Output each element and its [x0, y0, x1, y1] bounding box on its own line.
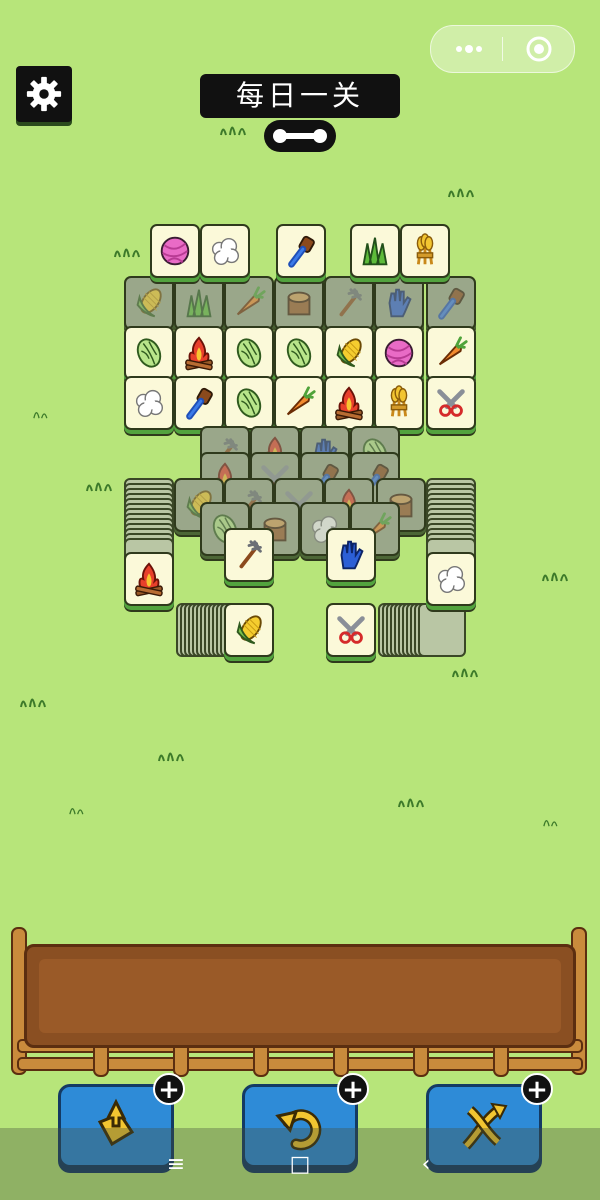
nav-back-icon[interactable]: ‹ — [406, 1150, 446, 1178]
campfire-icon — [335, 386, 363, 421]
carrot-icon — [286, 386, 316, 416]
cotton-icon — [135, 389, 164, 418]
add-plus-badge[interactable]: + — [153, 1073, 185, 1105]
grass-decoration — [540, 812, 562, 830]
tile-wheat[interactable] — [400, 224, 450, 278]
tile-stack-right — [426, 478, 476, 592]
tile-carrot — [224, 276, 274, 330]
brush-icon — [438, 287, 465, 320]
tile-campfire[interactable] — [124, 552, 174, 606]
tile-campfire[interactable] — [324, 376, 374, 430]
yarn-icon — [384, 338, 414, 368]
shears-icon — [337, 616, 365, 644]
tile-yarn[interactable] — [150, 224, 200, 278]
tile-cabbage[interactable] — [274, 326, 324, 380]
tile-brush — [426, 276, 476, 330]
tile-pitchfork — [324, 276, 374, 330]
tile-stump — [274, 276, 324, 330]
pitchfork-icon — [239, 540, 262, 569]
campfire-icon — [185, 336, 213, 371]
cotton-icon — [211, 237, 240, 266]
tile-grass — [174, 276, 224, 330]
wheat-icon — [390, 385, 408, 417]
cabbage-icon — [236, 388, 262, 418]
stump-icon — [287, 291, 311, 316]
system-navigation-bar: ≡ □ ‹ — [0, 1128, 600, 1200]
tile-slot-tray — [24, 944, 576, 1048]
tile-wheat[interactable] — [374, 376, 424, 430]
cabbage-icon — [136, 338, 162, 368]
tile-corn[interactable] — [224, 603, 274, 657]
cabbage-icon — [236, 338, 262, 368]
grass-decoration — [156, 744, 190, 762]
tile-cabbage[interactable] — [224, 376, 274, 430]
wheat-icon — [416, 233, 434, 265]
add-plus-badge[interactable]: + — [337, 1073, 369, 1105]
shears-icon — [437, 389, 465, 417]
cotton-icon — [437, 565, 466, 594]
tile-brush[interactable] — [174, 376, 224, 430]
carrot-icon — [236, 286, 266, 316]
tile-cotton[interactable] — [124, 376, 174, 430]
tile-shears[interactable] — [326, 603, 376, 657]
brush-icon — [186, 387, 213, 420]
tile-corn[interactable] — [324, 326, 374, 380]
tile-cotton[interactable] — [200, 224, 250, 278]
tile-carrot[interactable] — [274, 376, 324, 430]
pitchfork-icon — [339, 288, 362, 317]
brush-icon — [288, 235, 315, 268]
tile-board — [0, 0, 600, 700]
nav-menu-icon[interactable]: ≡ — [156, 1150, 196, 1178]
tile-stack-left — [124, 478, 174, 592]
glove-icon — [340, 540, 364, 570]
corn-icon — [136, 288, 162, 318]
campfire-icon — [135, 562, 163, 597]
tile-brush[interactable] — [276, 224, 326, 278]
tile-pitchfork[interactable] — [224, 528, 274, 582]
tile-glove[interactable] — [326, 528, 376, 582]
tile-carrot[interactable] — [426, 326, 476, 380]
corn-icon — [236, 615, 262, 645]
tile-cotton[interactable] — [426, 552, 476, 606]
tile-yarn[interactable] — [374, 326, 424, 380]
game-screen: 每日一关 + + + ≡ □ ‹ — [0, 0, 600, 1200]
tile-cabbage[interactable] — [124, 326, 174, 380]
grass-decoration — [396, 790, 430, 808]
tile-campfire[interactable] — [174, 326, 224, 380]
tile-grass[interactable] — [350, 224, 400, 278]
tile-shears[interactable] — [426, 376, 476, 430]
add-plus-badge[interactable]: + — [521, 1073, 553, 1105]
cabbage-icon — [286, 338, 312, 368]
grass-icon — [362, 237, 388, 266]
carrot-icon — [438, 336, 468, 366]
tile-glove — [374, 276, 424, 330]
grass-decoration — [66, 800, 88, 818]
yarn-icon — [160, 236, 190, 266]
glove-icon — [388, 288, 412, 318]
corn-icon — [336, 338, 362, 368]
tile-cabbage[interactable] — [224, 326, 274, 380]
tile-corn — [124, 276, 174, 330]
grass-icon — [186, 289, 212, 318]
nav-home-icon[interactable]: □ — [280, 1150, 320, 1178]
